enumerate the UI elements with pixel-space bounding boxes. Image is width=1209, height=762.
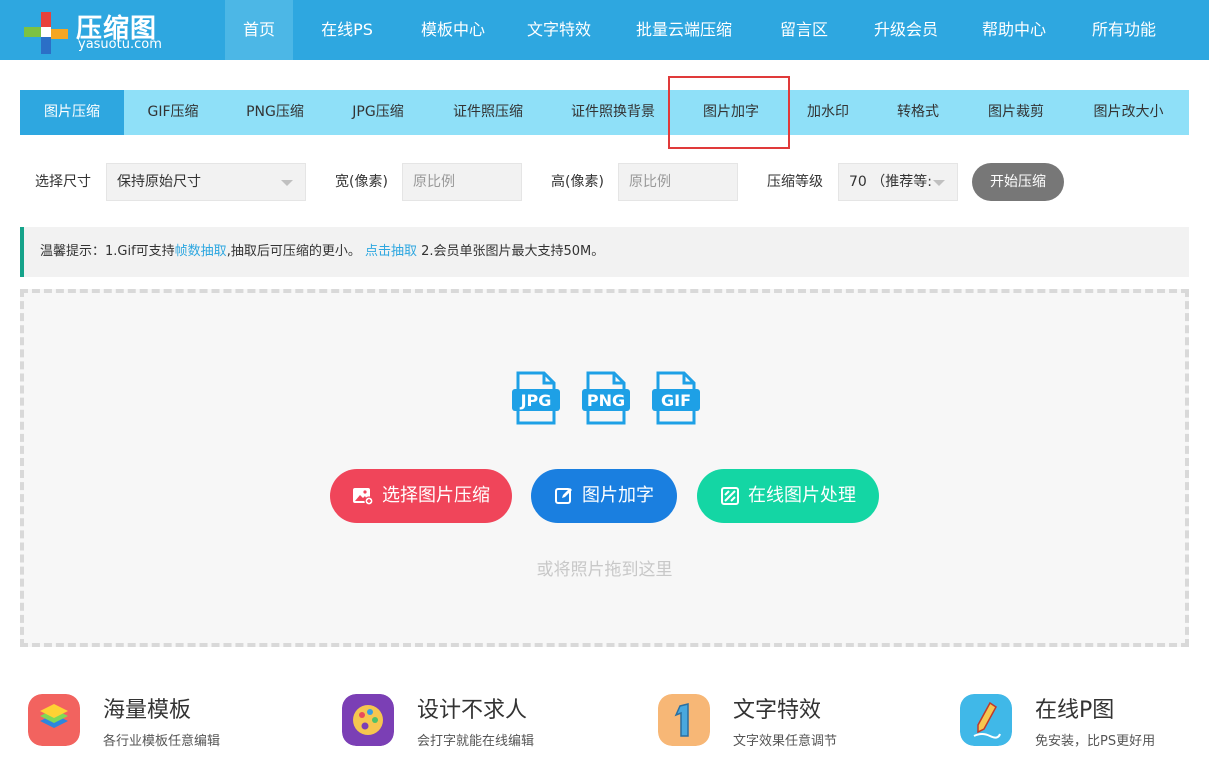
feature-templates[interactable]: 海量模板 各行业模板任意编辑 [28, 692, 288, 752]
drop-hint: 或将照片拖到这里 [536, 560, 673, 580]
tab-gif-compress[interactable]: GIF压缩 [124, 90, 222, 135]
edit-icon [555, 488, 572, 504]
feature-desc: 免安装，比PS更好用 [1035, 734, 1156, 749]
feature-desc: 文字效果任意调节 [733, 734, 838, 749]
level-select[interactable]: 70 （推荐等: [838, 163, 958, 201]
nav-upgrade-vip[interactable]: 升级会员 [853, 0, 959, 60]
palette-icon [342, 694, 394, 746]
tab-id-photo-compress[interactable]: 证件照压缩 [428, 90, 548, 135]
layers-icon [28, 694, 80, 746]
tool-tabs: 图片压缩 GIF压缩 PNG压缩 JPG压缩 证件照压缩 证件照换背景 图片加字… [20, 90, 1189, 135]
tab-convert-format[interactable]: 转格式 [872, 90, 964, 135]
nav-text-effects[interactable]: 文字特效 [505, 0, 613, 60]
height-label: 高(像素) [551, 174, 604, 190]
notice-suffix: 2.会员单张图片最大支持50M。 [416, 244, 605, 259]
tab-resize[interactable]: 图片改大小 [1068, 90, 1189, 135]
main-nav: 首页 在线PS 模板中心 文字特效 批量云端压缩 留言区 升级会员 帮助中心 所… [225, 0, 1179, 60]
level-label: 压缩等级 [767, 174, 823, 190]
feature-online-p[interactable]: 在线P图 免安装，比PS更好用 [960, 692, 1190, 752]
number-one-icon [658, 694, 710, 746]
feature-title: 设计不求人 [417, 698, 528, 723]
size-label: 选择尺寸 [35, 174, 91, 190]
image-add-icon [353, 488, 374, 506]
nav-batch-compress[interactable]: 批量云端压缩 [613, 0, 755, 60]
image-edit-icon [721, 487, 739, 505]
nav-all-features[interactable]: 所有功能 [1069, 0, 1179, 60]
tab-jpg-compress[interactable]: JPG压缩 [328, 90, 428, 135]
png-file-icon: PNG [582, 371, 630, 425]
online-image-process-button[interactable]: 在线图片处理 [697, 469, 879, 523]
feature-title: 文字特效 [733, 698, 822, 723]
online-image-process-label: 在线图片处理 [748, 485, 856, 506]
size-select-value: 保持原始尺寸 [117, 174, 201, 190]
chevron-down-icon [933, 180, 945, 186]
tab-crop[interactable]: 图片裁剪 [964, 90, 1068, 135]
add-text-label: 图片加字 [582, 485, 654, 506]
frame-extract-link[interactable]: 帧数抽取 [175, 244, 227, 259]
add-text-button[interactable]: 图片加字 [531, 469, 677, 523]
select-image-compress-button[interactable]: 选择图片压缩 [330, 469, 512, 523]
click-extract-link[interactable]: 点击抽取 [365, 244, 417, 259]
upload-dropzone[interactable]: JPG PNG GIF 选择图片压缩 图片加字 在线图片处理 或将照片拖到这里 [20, 289, 1189, 647]
notice-prefix: 温馨提示：1.Gif可支持 [40, 244, 175, 259]
logo-cross-icon [24, 12, 68, 54]
feature-title: 海量模板 [103, 698, 192, 723]
tab-image-compress[interactable]: 图片压缩 [20, 90, 124, 135]
gif-label: GIF [661, 391, 691, 410]
start-compress-button[interactable]: 开始压缩 [972, 163, 1064, 201]
feature-title: 在线P图 [1035, 698, 1115, 723]
top-header: 压缩图 yasuotu.com 首页 在线PS 模板中心 文字特效 批量云端压缩… [0, 0, 1209, 60]
tab-watermark[interactable]: 加水印 [784, 90, 872, 135]
feature-desc: 会打字就能在线编辑 [417, 734, 535, 749]
level-select-value: 70 （推荐等: [849, 174, 932, 190]
nav-online-ps[interactable]: 在线PS [293, 0, 401, 60]
png-label: PNG [587, 391, 625, 410]
nav-message-board[interactable]: 留言区 [755, 0, 853, 60]
width-label: 宽(像素) [335, 174, 388, 190]
chevron-down-icon [281, 180, 293, 186]
highlight-box [668, 76, 790, 149]
size-select[interactable]: 保持原始尺寸 [106, 163, 306, 201]
nav-template-center[interactable]: 模板中心 [401, 0, 505, 60]
jpg-file-icon: JPG [512, 371, 560, 425]
notice-middle: ,抽取后可压缩的更小。 [226, 244, 365, 259]
width-input[interactable] [402, 163, 522, 201]
logo[interactable]: 压缩图 yasuotu.com [24, 8, 174, 54]
jpg-label: JPG [520, 391, 552, 410]
height-input[interactable] [618, 163, 738, 201]
pencil-icon [960, 694, 1012, 746]
nav-home[interactable]: 首页 [225, 0, 293, 60]
select-image-compress-label: 选择图片压缩 [382, 485, 490, 506]
tab-png-compress[interactable]: PNG压缩 [222, 90, 328, 135]
tip-notice: 温馨提示：1.Gif可支持帧数抽取,抽取后可压缩的更小。 点击抽取 2.会员单张… [20, 227, 1189, 277]
gif-file-icon: GIF [652, 371, 700, 425]
feature-design[interactable]: 设计不求人 会打字就能在线编辑 [342, 692, 602, 752]
nav-help-center[interactable]: 帮助中心 [959, 0, 1069, 60]
feature-text-effects[interactable]: 文字特效 文字效果任意调节 [658, 692, 918, 752]
feature-desc: 各行业模板任意编辑 [103, 734, 221, 749]
logo-domain: yasuotu.com [78, 37, 162, 52]
tab-id-photo-background[interactable]: 证件照换背景 [548, 90, 678, 135]
